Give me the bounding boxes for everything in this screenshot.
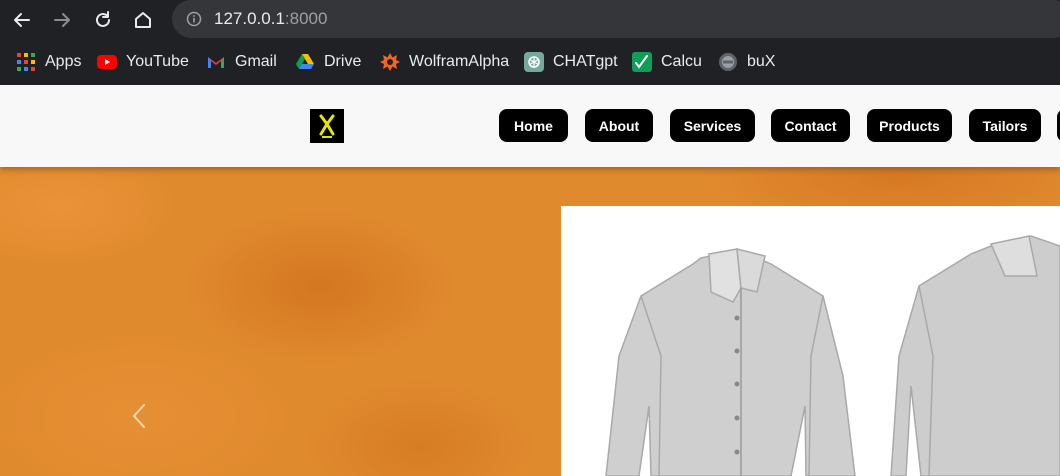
bookmark-label: WolframAlpha [409, 53, 510, 70]
shirt-right [890, 235, 1060, 476]
logo-icon [310, 109, 344, 143]
drive-icon [295, 52, 315, 72]
hero-carousel [0, 167, 1060, 476]
url-port: :8000 [284, 9, 328, 28]
bookmark-gmail[interactable]: Gmail [206, 51, 277, 73]
bookmark-apps[interactable]: Apps [16, 51, 81, 73]
youtube-icon [97, 52, 117, 72]
url-host: 127.0.0.1 [214, 9, 285, 28]
back-icon [14, 13, 30, 27]
bookmark-label: Calcu [661, 53, 702, 70]
bookmark-label: Drive [324, 53, 362, 70]
forward-icon [54, 13, 70, 27]
forward-button[interactable] [48, 6, 76, 34]
bookmark-drive[interactable]: Drive [295, 51, 361, 73]
chatgpt-icon [524, 52, 544, 72]
bookmark-label: Gmail [235, 53, 277, 70]
nav-products-button[interactable]: Products [867, 109, 952, 142]
address-bar[interactable]: 127.0.0.1:8000 [172, 0, 1060, 38]
nav-home-button[interactable]: Home [499, 109, 568, 142]
site-logo[interactable] [310, 109, 344, 143]
shirts-image [561, 206, 1060, 476]
url-text[interactable]: 127.0.0.1:8000 [214, 9, 327, 29]
carousel-prev-button[interactable] [128, 401, 150, 431]
nav-tailors-button[interactable]: Tailors [969, 109, 1041, 142]
bookmarks-bar: Apps YouTube Gmail Drive WolframAlpha CH… [0, 40, 1060, 84]
gmail-icon [206, 52, 226, 72]
reload-button[interactable] [89, 6, 117, 34]
home-icon [135, 12, 151, 28]
wolframalpha-icon [380, 52, 400, 72]
apps-grid-icon [16, 52, 36, 72]
nav-contact-button[interactable]: Contact [771, 109, 850, 142]
nav-about-button[interactable]: About [585, 109, 653, 142]
bookmark-label: CHATgpt [553, 53, 618, 70]
bookmark-calcu[interactable]: Calcu [632, 51, 702, 73]
bux-icon [718, 52, 738, 72]
bookmark-bux[interactable]: buX [718, 51, 775, 73]
bookmark-label: buX [747, 53, 776, 70]
bookmark-wolframalpha[interactable]: WolframAlpha [380, 51, 509, 73]
info-icon[interactable] [186, 11, 202, 27]
calculator-icon [632, 52, 652, 72]
bookmark-label: Apps [45, 53, 82, 70]
nav-services-button[interactable]: Services [670, 109, 755, 142]
bookmark-youtube[interactable]: YouTube [97, 51, 189, 73]
bookmark-chatgpt[interactable]: CHATgpt [524, 51, 618, 73]
home-button[interactable] [129, 6, 157, 34]
bookmark-label: YouTube [126, 53, 189, 70]
reload-icon [96, 11, 110, 27]
browser-toolbar: 127.0.0.1:8000 [0, 0, 1060, 40]
site-header: Home About Services Contact Products Tai… [0, 85, 1060, 167]
shirt-left [605, 248, 856, 476]
chevron-left-icon [133, 404, 145, 428]
back-button[interactable] [8, 6, 36, 34]
